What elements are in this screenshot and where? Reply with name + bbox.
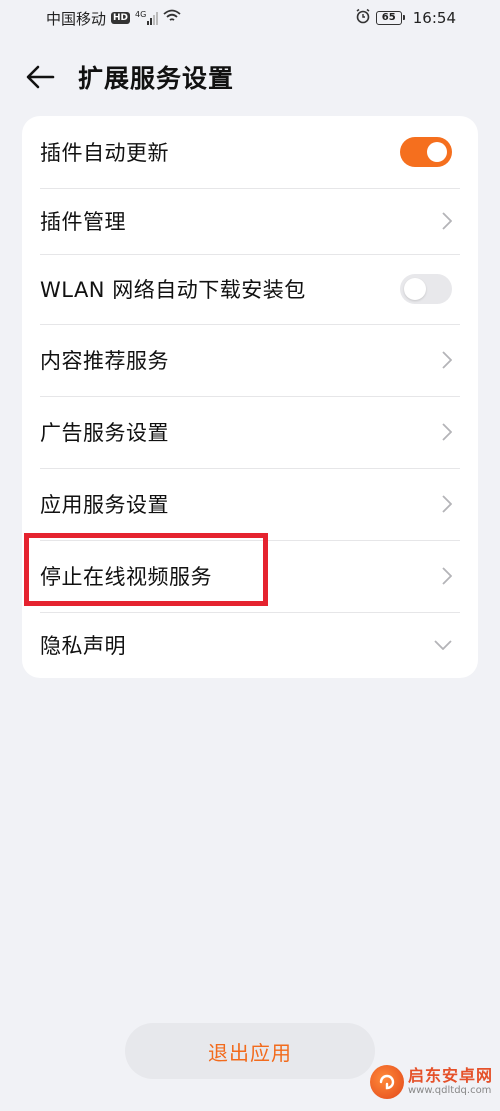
row-stop-online-video[interactable]: 停止在线视频服务: [22, 540, 478, 612]
row-label: 应用服务设置: [40, 493, 169, 517]
row-label: 隐私声明: [40, 634, 126, 658]
chevron-right-icon: [442, 423, 452, 441]
exit-app-button[interactable]: 退出应用: [125, 1023, 375, 1079]
alarm-icon: [355, 8, 371, 28]
row-app-service[interactable]: 应用服务设置: [22, 468, 478, 540]
row-wlan-auto-download[interactable]: WLAN 网络自动下载安装包: [22, 254, 478, 324]
status-bar: 中国移动 HD 4G 65 16:54: [0, 0, 500, 36]
row-ad-service[interactable]: 广告服务设置: [22, 396, 478, 468]
row-plugin-manage[interactable]: 插件管理: [22, 188, 478, 254]
toggle-knob: [427, 142, 447, 162]
watermark: 启东安卓网 www.qdltdq.com: [370, 1056, 500, 1108]
row-label: 插件管理: [40, 210, 126, 234]
row-plugin-auto-update[interactable]: 插件自动更新: [22, 116, 478, 188]
row-label: WLAN 网络自动下载安装包: [40, 278, 306, 302]
watermark-name: 启东安卓网: [408, 1066, 494, 1085]
row-label: 广告服务设置: [40, 421, 169, 445]
toggle-knob: [404, 278, 426, 300]
chevron-right-icon: [442, 495, 452, 513]
plugin-auto-update-toggle[interactable]: [400, 137, 452, 167]
row-label: 内容推荐服务: [40, 349, 169, 373]
back-arrow-icon: [26, 65, 55, 89]
watermark-logo-icon: [370, 1065, 404, 1099]
row-privacy[interactable]: 隐私声明: [22, 612, 478, 678]
carrier-name: 中国移动: [46, 9, 107, 28]
wlan-auto-download-toggle[interactable]: [400, 274, 452, 304]
battery-icon: 65: [375, 11, 405, 25]
network-type: 4G: [135, 10, 147, 19]
row-label: 停止在线视频服务: [40, 565, 212, 589]
page-title: 扩展服务设置: [78, 64, 235, 93]
hd-icon: HD: [111, 12, 131, 24]
signal-icon: 4G: [135, 10, 159, 25]
clock: 16:54: [412, 9, 456, 27]
back-button[interactable]: [20, 57, 60, 97]
status-right: 65 16:54: [355, 8, 456, 28]
row-label: 插件自动更新: [40, 141, 169, 165]
chevron-down-icon: [434, 640, 452, 650]
watermark-url: www.qdltdq.com: [408, 1085, 492, 1096]
wifi-icon: [163, 9, 181, 27]
chevron-right-icon: [442, 351, 452, 369]
chevron-right-icon: [442, 212, 452, 230]
status-left: 中国移动 HD 4G: [46, 8, 181, 29]
settings-card: 插件自动更新 插件管理 WLAN 网络自动下载安装包 内容推荐服务 广告服务设置…: [22, 116, 478, 678]
row-content-recommend[interactable]: 内容推荐服务: [22, 324, 478, 396]
chevron-right-icon: [442, 567, 452, 585]
watermark-text: 启东安卓网 www.qdltdq.com: [408, 1067, 493, 1097]
header: 扩展服务设置: [0, 52, 500, 102]
